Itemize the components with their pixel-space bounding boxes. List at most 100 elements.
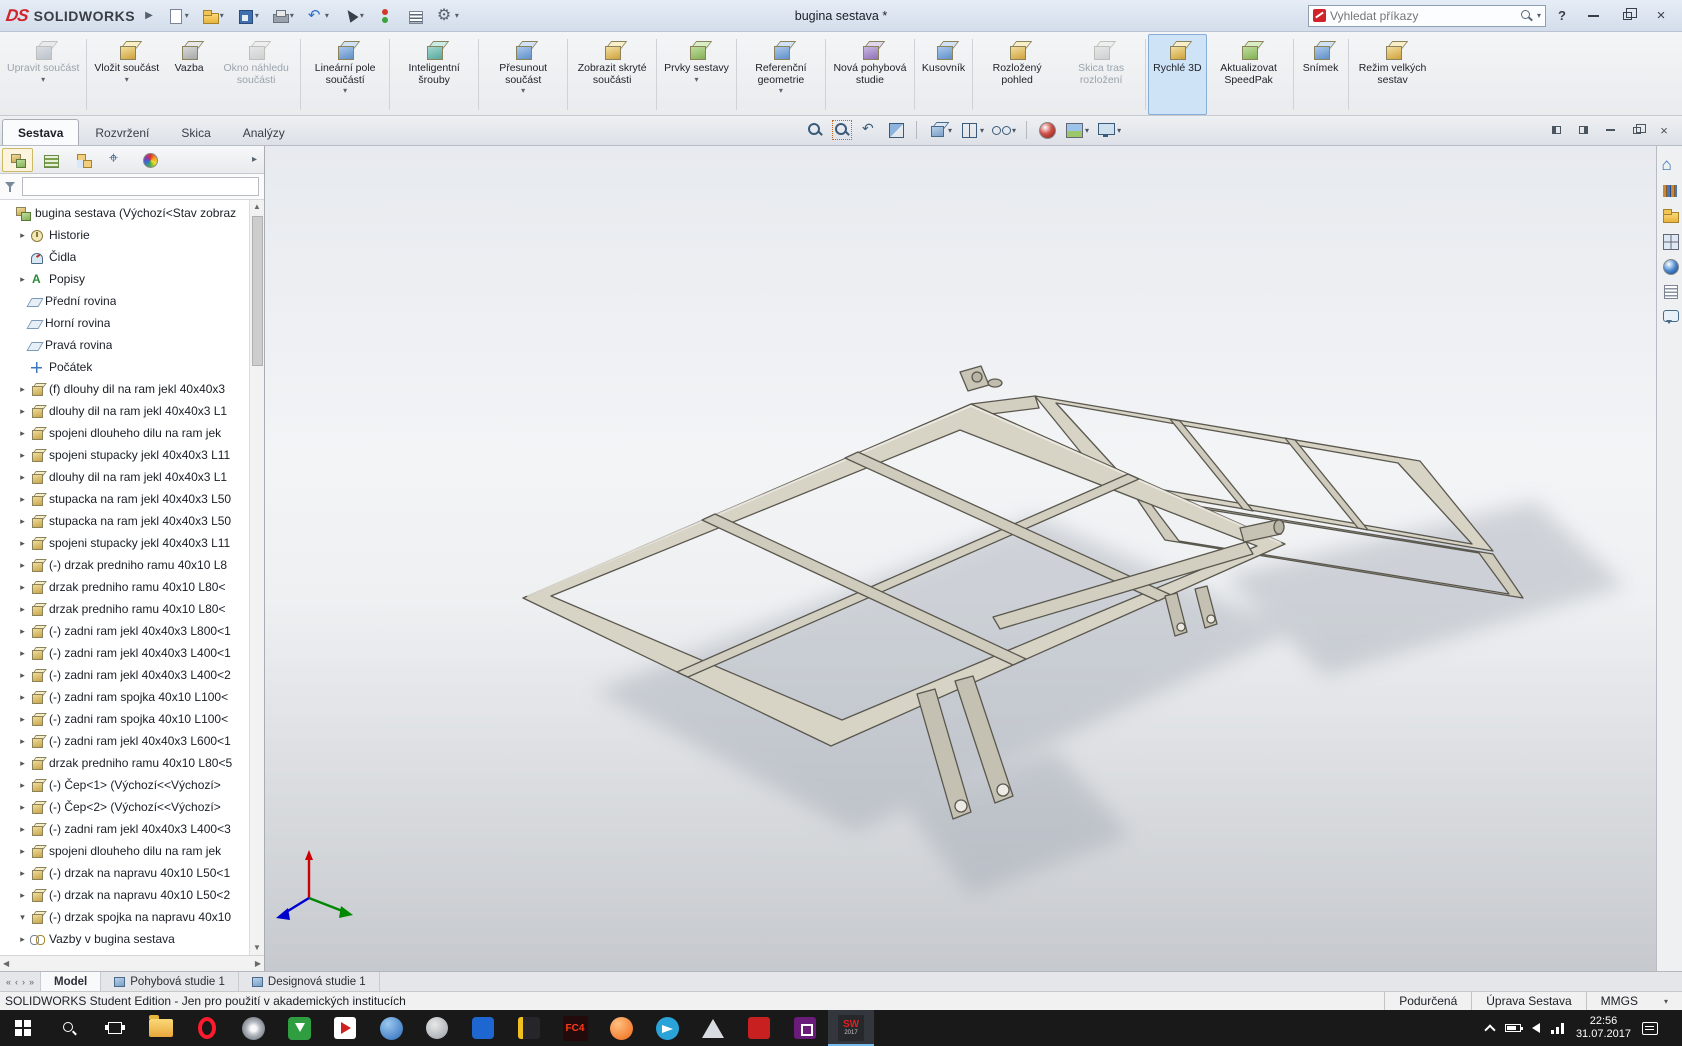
tab-dimxpertmanager[interactable] [101, 148, 132, 172]
expand-arrow-icon[interactable] [17, 450, 28, 461]
tree-item[interactable]: (-) zadni ram jekl 40x40x3 L400<2 [0, 664, 249, 686]
prev-tab-icon[interactable]: ‹ [15, 977, 18, 987]
tab-skica[interactable]: Skica [165, 119, 226, 145]
scroll-left-icon[interactable]: ◀ [3, 959, 9, 968]
expand-arrow-icon[interactable] [17, 692, 28, 703]
file-explorer-icon[interactable] [1661, 207, 1679, 225]
ribbon-smart-fasteners-button[interactable]: Inteligentní šrouby [392, 34, 476, 115]
expand-arrow-icon[interactable] [17, 406, 28, 417]
tree-item[interactable]: drzak predniho ramu 40x10 L80< [0, 576, 249, 598]
ribbon-reference-geometry-button[interactable]: Referenční geometrie▾ [739, 34, 823, 115]
tree-item[interactable]: dlouhy dil na ram jekl 40x40x3 L1 [0, 400, 249, 422]
taskbar-origin[interactable] [598, 1010, 644, 1046]
tab-sestava[interactable]: Sestava [2, 119, 79, 145]
help-button[interactable]: ? [1550, 8, 1574, 23]
ribbon-large-assembly-mode-button[interactable]: Režim velkých sestav [1351, 34, 1435, 115]
design-library-icon[interactable] [1661, 182, 1679, 200]
scroll-down-icon[interactable]: ▼ [253, 941, 261, 955]
expand-arrow-icon[interactable] [17, 934, 28, 945]
expand-arrow-icon[interactable] [17, 824, 28, 835]
tree-item[interactable]: (-) drzak predniho ramu 40x10 L8 [0, 554, 249, 576]
volume-icon[interactable] [1532, 1023, 1540, 1033]
tree-filter-input[interactable] [22, 177, 259, 196]
last-tab-icon[interactable]: » [29, 977, 34, 987]
restore-document-button[interactable] [1625, 120, 1649, 140]
tab-featuremanager-tree[interactable] [2, 148, 33, 172]
ribbon-insert-component-button[interactable]: Vložit součást▾ [89, 34, 164, 115]
taskbar-far-cry-4[interactable]: FC4 [552, 1010, 598, 1046]
expand-arrow-icon[interactable] [17, 560, 28, 571]
previous-view-icon[interactable] [859, 120, 879, 140]
tree-item[interactable]: (-) zadni ram spojka 40x10 L100< [0, 708, 249, 730]
expand-arrow-icon[interactable] [17, 890, 28, 901]
expand-arrow-icon[interactable] [17, 472, 28, 483]
solidworks-forum-icon[interactable] [1661, 307, 1679, 325]
tab-design-study[interactable]: Designová studie 1 [239, 972, 380, 991]
expand-arrow-icon[interactable] [17, 516, 28, 527]
ribbon-assembly-features-button[interactable]: Prvky sestavy▾ [659, 34, 734, 115]
view-settings-button[interactable]: ▾ [1096, 120, 1121, 140]
taskbar-file-explorer[interactable] [138, 1010, 184, 1046]
tree-item[interactable]: (-) drzak na napravu 40x10 L50<2 [0, 884, 249, 906]
tab-displaymanager[interactable] [134, 148, 165, 172]
tab-rozvrzeni[interactable]: Rozvržení [79, 119, 165, 145]
command-search[interactable]: ▾ [1308, 5, 1546, 27]
tree-item[interactable]: (f) dlouhy dil na ram jekl 40x40x3 [0, 378, 249, 400]
dock-left-button[interactable] [1544, 120, 1568, 140]
ribbon-mate-button[interactable]: Vazba [164, 34, 214, 115]
tree-item[interactable]: drzak predniho ramu 40x10 L80< [0, 598, 249, 620]
next-tab-icon[interactable]: › [22, 977, 25, 987]
chevron-down-icon[interactable]: ▾ [1537, 11, 1541, 20]
expand-arrow-icon[interactable] [17, 868, 28, 879]
hide-show-items-button[interactable]: ▾ [991, 120, 1016, 140]
tab-propertymanager[interactable] [35, 148, 66, 172]
tree-item[interactable]: Počátek [0, 356, 249, 378]
tree-item[interactable]: drzak predniho ramu 40x10 L80<5 [0, 752, 249, 774]
tab-scroll-buttons[interactable]: « ‹ › » [0, 972, 41, 991]
expand-arrow-icon[interactable] [17, 384, 28, 395]
new-document-button[interactable]: ▾ [163, 5, 192, 27]
ribbon-instant-3d-button[interactable]: Rychlé 3D [1148, 34, 1206, 115]
ribbon-edit-component-button[interactable]: Upravit součást▾ [2, 34, 84, 115]
taskbar-clock[interactable]: 22:56 31.07.2017 [1576, 1015, 1631, 1041]
view-orientation-button[interactable]: ▾ [927, 120, 952, 140]
start-button[interactable] [0, 1010, 46, 1046]
model-canvas[interactable] [265, 146, 1656, 971]
print-button[interactable]: ▾ [268, 5, 297, 27]
tab-motion-study[interactable]: Pohybová studie 1 [101, 972, 239, 991]
unit-system-selector[interactable]: MMGS▾ [1586, 992, 1682, 1010]
ribbon-move-component-button[interactable]: Přesunout součást▾ [481, 34, 565, 115]
action-center-icon[interactable] [1642, 1022, 1658, 1035]
expand-arrow-icon[interactable] [17, 626, 28, 637]
expand-arrow-icon[interactable] [17, 714, 28, 725]
ribbon-component-preview-button[interactable]: Okno náhledu součásti [214, 34, 298, 115]
options-button[interactable]: ▾ [433, 5, 462, 27]
tree-item[interactable]: Popisy [0, 268, 249, 290]
tree-item[interactable]: (-) zadni ram jekl 40x40x3 L800<1 [0, 620, 249, 642]
tree-item[interactable]: (-) zadni ram jekl 40x40x3 L400<3 [0, 818, 249, 840]
tree-root-item[interactable]: bugina sestava (Výchozí<Stav zobraz [0, 202, 249, 224]
tree-item[interactable]: dlouhy dil na ram jekl 40x40x3 L1 [0, 466, 249, 488]
section-view-icon[interactable] [886, 120, 906, 140]
close-document-button[interactable]: × [1652, 120, 1676, 140]
expand-arrow-icon[interactable] [17, 274, 28, 285]
taskbar-idm[interactable] [276, 1010, 322, 1046]
taskbar-media-player[interactable] [322, 1010, 368, 1046]
graphics-viewport[interactable] [265, 146, 1656, 971]
tray-expand-chevron-icon[interactable] [1484, 1024, 1495, 1035]
tree-item[interactable]: spojeni dlouheho dilu na ram jek [0, 840, 249, 862]
taskbar-gog[interactable] [782, 1010, 828, 1046]
ribbon-explode-sketch-button[interactable]: Skica tras rozložení [1059, 34, 1143, 115]
taskbar-telegram[interactable] [644, 1010, 690, 1046]
tree-item[interactable]: spojeni stupacky jekl 40x40x3 L11 [0, 444, 249, 466]
tree-item[interactable]: (-) drzak na napravu 40x10 L50<1 [0, 862, 249, 884]
expand-arrow-icon[interactable] [17, 846, 28, 857]
taskbar-solidworks[interactable]: SW2017 [828, 1010, 874, 1046]
tab-model[interactable]: Model [41, 972, 101, 991]
tree-item[interactable]: stupacka na ram jekl 40x40x3 L50 [0, 488, 249, 510]
taskbar-raptr[interactable] [736, 1010, 782, 1046]
ribbon-linear-pattern-button[interactable]: Lineární pole součástí▾ [303, 34, 387, 115]
scrollbar-thumb[interactable] [252, 216, 263, 366]
minimize-button[interactable] [1578, 4, 1608, 28]
scroll-up-icon[interactable]: ▲ [253, 200, 261, 214]
